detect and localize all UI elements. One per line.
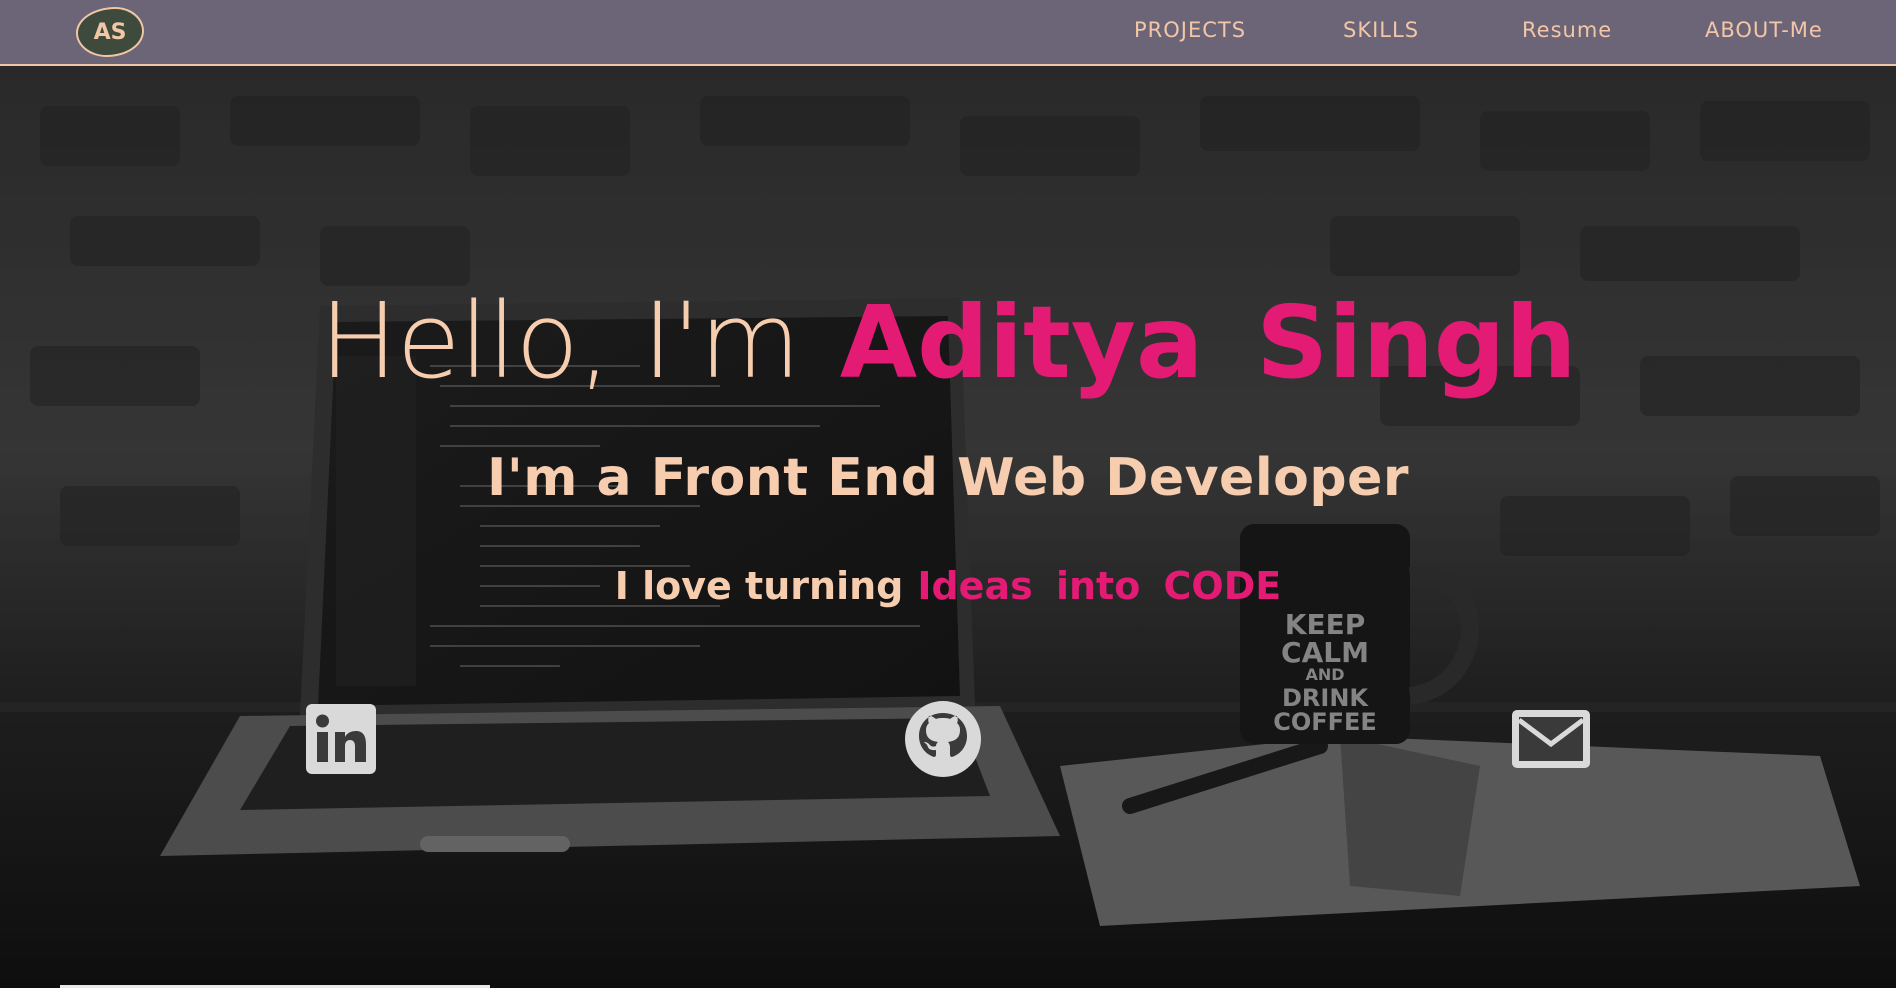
hero-dark-overlay bbox=[0, 66, 1896, 988]
logo[interactable]: AS bbox=[76, 7, 144, 57]
hero-section: KEEP CALM AND DRINK COFFEE Hello, I'm Adi… bbox=[0, 66, 1896, 988]
tagline-part-1: I love turning bbox=[614, 564, 904, 608]
tagline-part-2: Ideas into CODE bbox=[917, 564, 1282, 608]
nav-resume[interactable]: Resume bbox=[1522, 18, 1612, 42]
greeting-text: Hello, I'm bbox=[319, 280, 800, 402]
nav-projects[interactable]: PROJECTS bbox=[1134, 18, 1246, 42]
name-text: Aditya Singh bbox=[839, 284, 1577, 401]
email-icon bbox=[1512, 710, 1590, 768]
hero-subtitle: I'm a Front End Web Developer bbox=[486, 448, 1410, 508]
email-link[interactable] bbox=[1508, 696, 1594, 782]
github-link[interactable] bbox=[900, 696, 986, 782]
nav-about-me[interactable]: ABOUT-Me bbox=[1705, 18, 1823, 42]
linkedin-link[interactable] bbox=[298, 696, 384, 782]
hero-tagline: I love turning Ideas into CODE bbox=[0, 564, 1896, 608]
hero-headline: Hello, I'm Aditya Singh bbox=[0, 280, 1896, 402]
linkedin-icon bbox=[306, 704, 376, 774]
top-navbar: AS PROJECTS SKILLS Resume ABOUT-Me bbox=[0, 0, 1896, 66]
logo-text: AS bbox=[93, 19, 127, 45]
github-icon bbox=[905, 701, 981, 777]
nav-skills[interactable]: SKILLS bbox=[1343, 18, 1419, 42]
